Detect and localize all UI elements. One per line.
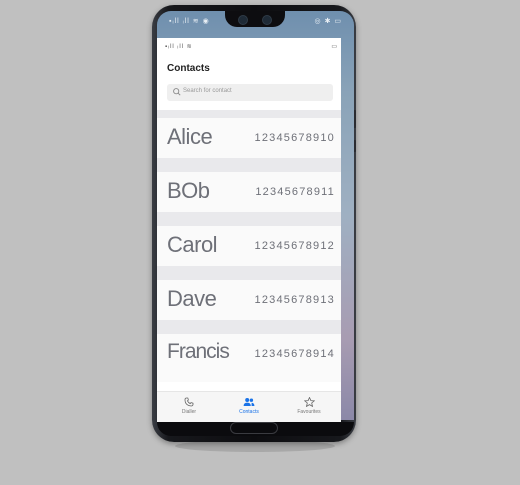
page-title: Contacts	[167, 63, 210, 74]
contact-row[interactable]: Carol 12345678912	[157, 226, 341, 266]
star-icon	[303, 397, 315, 407]
search-icon	[173, 88, 181, 96]
contact-row[interactable]: BOb 12345678911	[157, 172, 341, 212]
camera-notch	[225, 11, 285, 27]
contact-row[interactable]: Alice 12345678910	[157, 118, 341, 158]
front-camera-icon	[238, 15, 248, 25]
app-status-left: ▪ᵢll ᵢll ≋	[165, 44, 193, 50]
tab-dialler[interactable]: Dialler	[159, 397, 219, 415]
contact-number: 12345678913	[254, 294, 335, 306]
list-divider	[157, 110, 341, 118]
bottom-navigation: Dialler Contacts Favourites	[157, 391, 341, 422]
contact-name: Carol	[167, 232, 218, 257]
contact-name: Alice	[167, 124, 213, 149]
battery-icon: ▭	[331, 44, 337, 50]
people-icon	[243, 398, 255, 406]
contact-name: Dave	[167, 286, 217, 311]
tab-label: Contacts	[239, 409, 259, 415]
home-button[interactable]	[230, 422, 278, 434]
tab-label: Dialler	[181, 409, 197, 415]
contacts-app: ▪ᵢll ᵢll ≋ ▭ Contacts Search for contact…	[157, 38, 341, 422]
list-divider	[157, 266, 341, 280]
front-sensor-icon	[262, 15, 272, 25]
list-divider	[157, 212, 341, 226]
contact-name: BOb	[167, 178, 210, 203]
contact-number: 12345678912	[254, 240, 335, 252]
contact-row[interactable]: Francis 12345678914	[157, 334, 341, 382]
tab-favourites[interactable]: Favourites	[279, 397, 339, 415]
contact-name: Francis	[167, 340, 230, 363]
status-left-icons: ▪ᵢll ᵢll ≋ ◉	[169, 18, 210, 25]
search-placeholder: Search for contact	[183, 88, 232, 94]
status-right-icons: ◎ ✱ ▭	[314, 18, 342, 25]
list-divider	[157, 320, 341, 334]
contact-number: 12345678911	[255, 186, 335, 198]
search-input[interactable]: Search for contact	[167, 84, 333, 101]
contact-number: 12345678910	[254, 132, 335, 144]
contact-row[interactable]: Dave 12345678913	[157, 280, 341, 320]
phone-icon	[184, 397, 194, 407]
tab-contacts[interactable]: Contacts	[219, 397, 279, 415]
list-divider	[157, 158, 341, 172]
tab-label: Favourites	[297, 409, 321, 415]
contact-number: 12345678914	[254, 348, 335, 360]
